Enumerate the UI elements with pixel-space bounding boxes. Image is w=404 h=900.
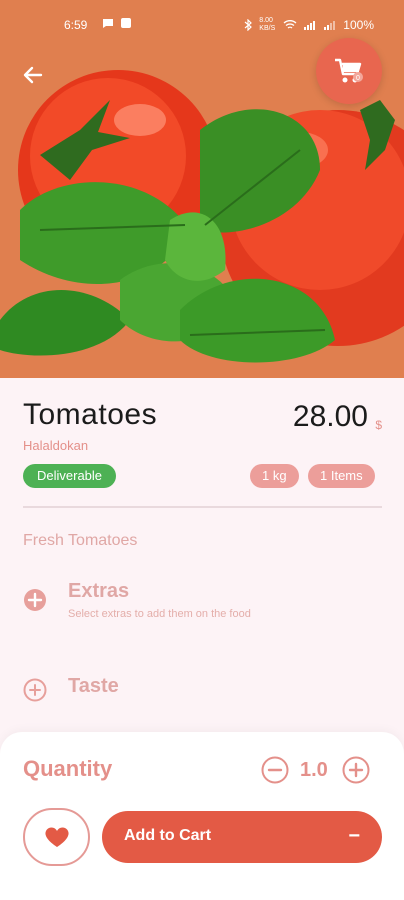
product-image [0, 70, 404, 363]
divider [23, 506, 382, 508]
battery-level: 100% [343, 18, 374, 32]
currency-symbol: $ [375, 418, 382, 432]
signal-icon-2 [324, 21, 336, 30]
extras-title: Extras [68, 580, 130, 602]
quantity-label: Quantity [23, 756, 113, 781]
decrease-quantity-button[interactable] [261, 756, 289, 784]
app-icon [121, 18, 131, 28]
message-icon [103, 19, 113, 28]
product-price: 28.00 [292, 400, 368, 433]
plus-circle-filled-icon [24, 589, 46, 611]
network-speed: 8.00 KB/S [259, 17, 276, 32]
plus-circle-outline-icon [23, 678, 47, 702]
product-description: Fresh Tomatoes [23, 532, 138, 549]
add-to-cart-minus[interactable]: − [348, 825, 360, 848]
arrow-left-icon [23, 66, 43, 84]
wifi-icon [283, 20, 297, 29]
product-hero: 6:59 8.00 KB/S 100% 0 [0, 0, 404, 378]
cart-button[interactable]: 0 [316, 38, 382, 104]
cart-sheet: Quantity 1.0 Add to Cart − [0, 732, 404, 900]
status-notification-icons [102, 17, 132, 29]
signal-icon [304, 21, 316, 30]
increase-quantity-button[interactable] [342, 756, 370, 784]
deliverable-badge: Deliverable [23, 464, 117, 488]
extras-subtitle: Select extras to add them on the food [68, 608, 251, 620]
unit-badge: 1 kg [250, 464, 299, 488]
items-badge: 1 Items [308, 464, 375, 488]
heart-icon [44, 827, 69, 847]
quantity-value: 1.0 [300, 759, 328, 781]
back-button[interactable] [18, 60, 48, 90]
bluetooth-icon [244, 19, 253, 31]
svg-text:0: 0 [356, 75, 360, 82]
product-title: Tomatoes [23, 398, 158, 431]
favorite-button[interactable] [23, 808, 90, 866]
status-time: 6:59 [64, 18, 88, 32]
status-system-icons: 8.00 KB/S 100% [243, 17, 374, 33]
shopping-cart-icon: 0 [335, 58, 363, 83]
taste-title: Taste [68, 675, 119, 697]
seller-name: Halaldokan [23, 438, 89, 453]
add-to-cart-button[interactable]: Add to Cart − [102, 811, 382, 863]
add-to-cart-label: Add to Cart [124, 827, 212, 844]
